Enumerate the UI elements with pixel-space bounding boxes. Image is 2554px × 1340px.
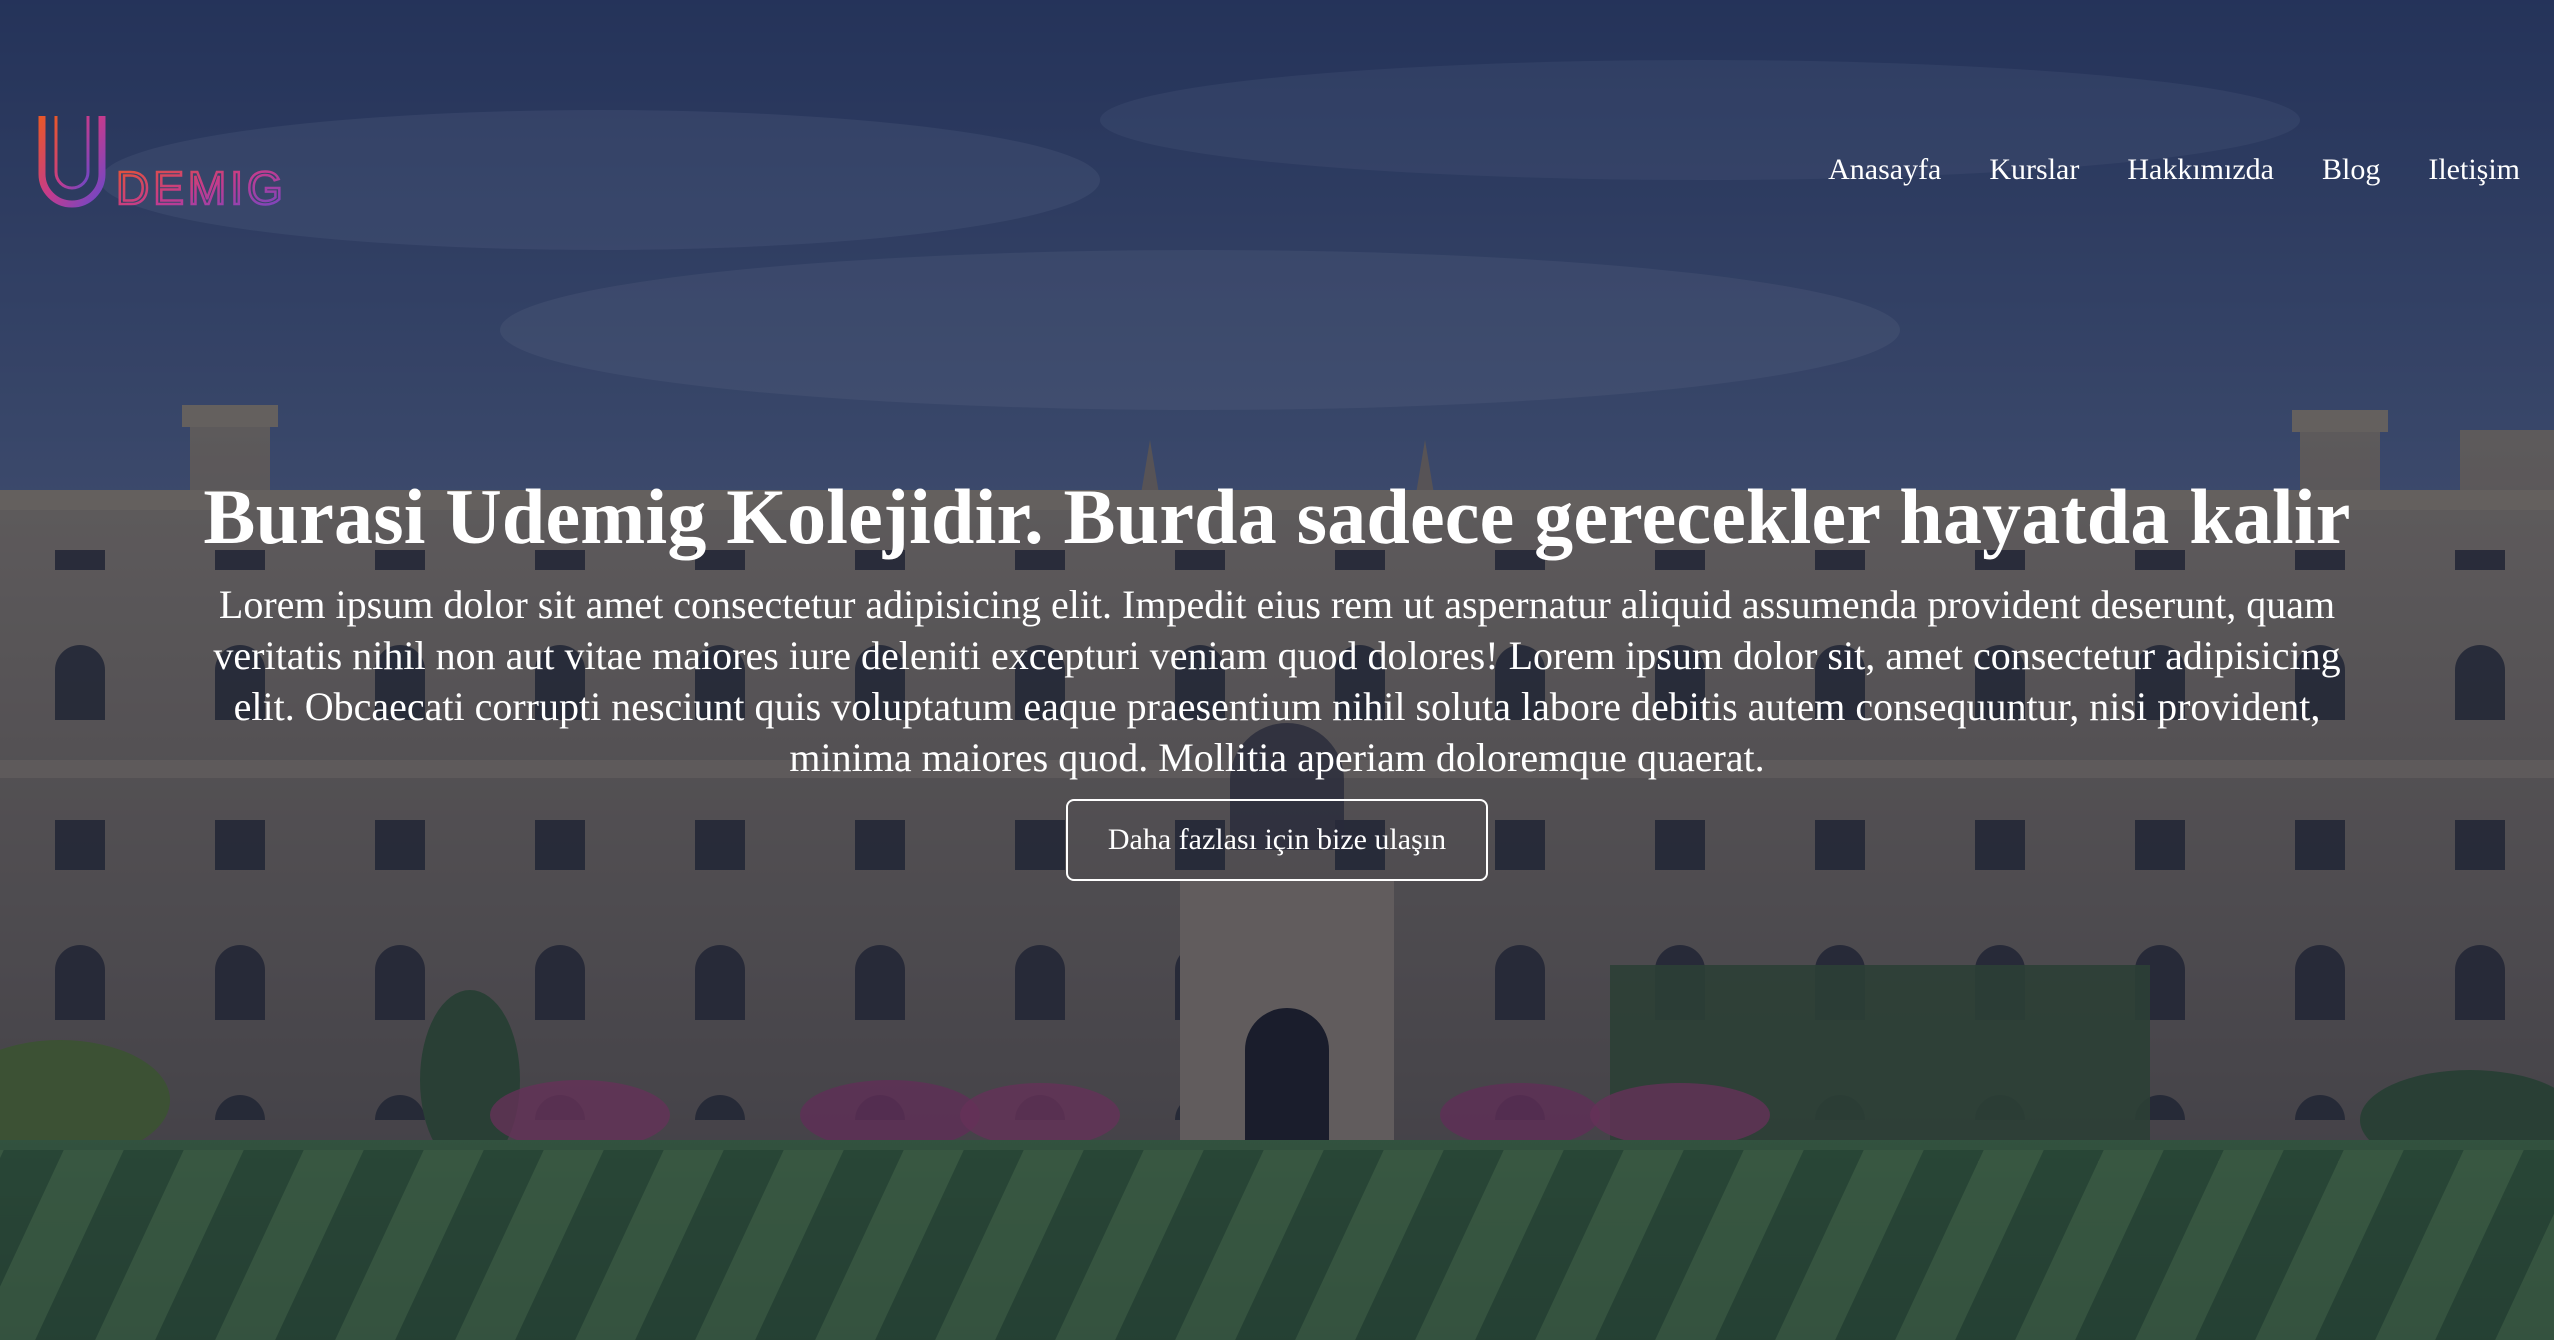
main-navigation: Anasayfa Kurslar Hakkımızda Blog Iletişi… <box>1828 150 2520 190</box>
svg-text:DEMIG: DEMIG <box>116 162 287 214</box>
udemig-logo[interactable]: DEMIG <box>36 108 296 218</box>
nav-link-hakkimizda[interactable]: Hakkımızda <box>2127 150 2274 190</box>
nav-link-iletisim[interactable]: Iletişim <box>2428 150 2520 190</box>
nav-link-anasayfa[interactable]: Anasayfa <box>1828 150 1941 190</box>
hero-title: Burasi Udemig Kolejidir. Burda sadece ge… <box>203 473 2351 560</box>
hero-content: Burasi Udemig Kolejidir. Burda sadece ge… <box>0 455 2554 881</box>
nav-link-kurslar[interactable]: Kurslar <box>1989 150 2079 190</box>
nav-link-blog[interactable]: Blog <box>2322 150 2380 190</box>
contact-cta-button[interactable]: Daha fazlası için bize ulaşın <box>1065 799 1489 881</box>
hero-section: DEMIG Anasayfa Kurslar Hakkımızda Blog I… <box>0 0 2554 1340</box>
site-header: DEMIG Anasayfa Kurslar Hakkımızda Blog I… <box>0 0 2554 330</box>
hero-description: Lorem ipsum dolor sit amet consectetur a… <box>213 582 2341 780</box>
